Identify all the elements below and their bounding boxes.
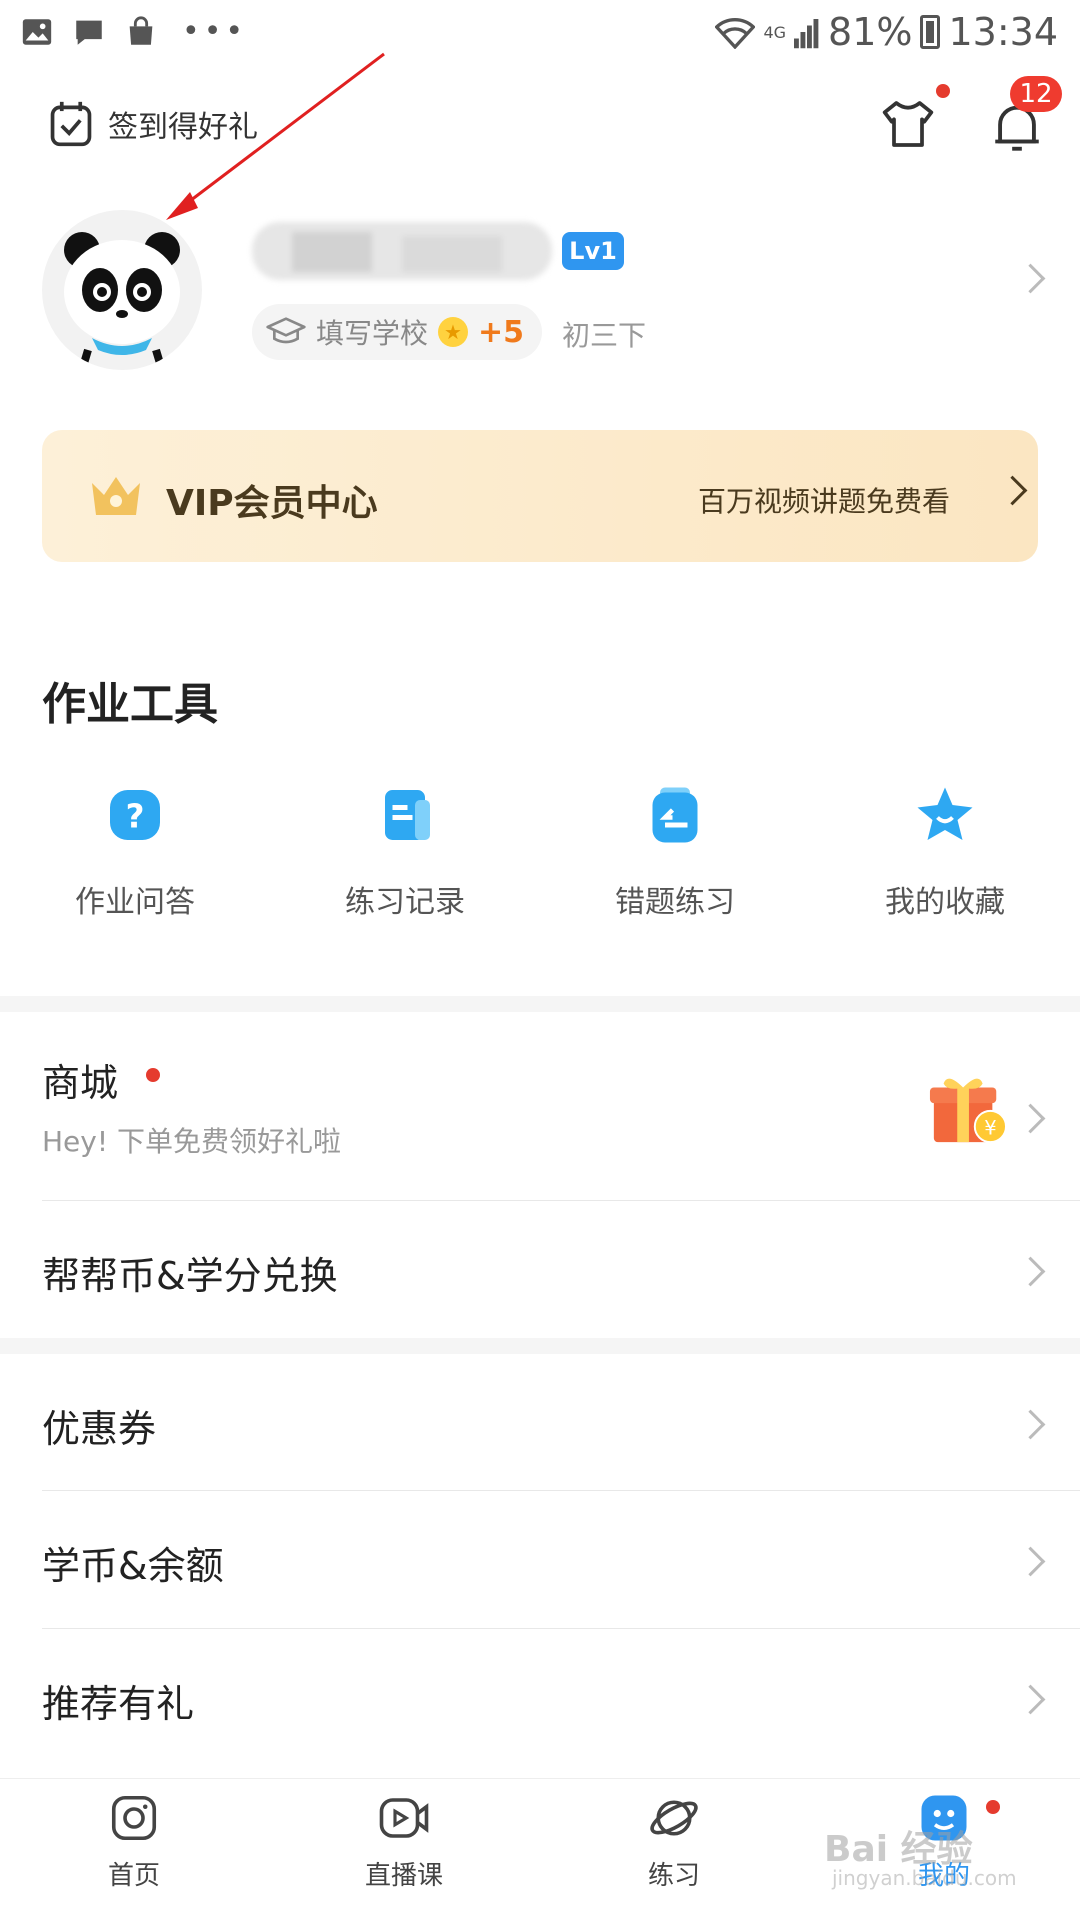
mall-subtitle: Hey! 下单免费领好礼啦 — [42, 1125, 341, 1158]
wrong-answer-icon — [652, 787, 698, 843]
svg-text:¥: ¥ — [984, 1116, 996, 1139]
tshirt-red-dot — [936, 84, 950, 98]
tool-label: 我的收藏 — [885, 885, 1005, 920]
level-badge: Lv1 — [562, 232, 624, 270]
tool-wrong-practice[interactable]: 错题练习 — [540, 785, 810, 921]
school-label: 填写学校 — [316, 317, 429, 350]
mall-row[interactable]: 商城 Hey! 下单免费领好礼啦 ¥ — [0, 1012, 1080, 1198]
watermark: Bai 经验 — [824, 1829, 973, 1870]
profile-chevron-icon[interactable] — [1015, 263, 1046, 294]
planet-icon — [650, 1800, 698, 1836]
vip-title: VIP会员中心 — [166, 483, 378, 524]
tools-section-title: 作业工具 — [42, 679, 218, 730]
exchange-row[interactable]: 帮帮币&学分兑换 — [0, 1201, 1080, 1337]
balance-chevron-icon — [1015, 1546, 1046, 1577]
gallery-icon — [22, 18, 52, 45]
signal-icon — [794, 19, 819, 49]
battery-percent: 81% — [828, 10, 913, 54]
mall-red-dot — [146, 1068, 160, 1082]
tool-my-favorites[interactable]: 我的收藏 — [810, 785, 1080, 921]
status-right: 4G 81% 13:34 — [715, 10, 1058, 54]
coupons-chevron-icon — [1015, 1409, 1046, 1440]
clock: 13:34 — [948, 10, 1058, 54]
camera-icon — [111, 1795, 157, 1841]
bag-icon — [129, 16, 153, 45]
panda-avatar-icon — [64, 232, 180, 370]
username-blurred — [252, 222, 552, 280]
nav-practice[interactable]: 练习 — [574, 1791, 774, 1892]
school-bonus: +5 — [478, 314, 525, 350]
calendar-check-icon — [50, 101, 92, 147]
balance-row[interactable]: 学币&余额 — [0, 1491, 1080, 1627]
vip-banner[interactable]: VIP会员中心 百万视频讲题免费看 — [42, 430, 1038, 562]
balance-title: 学币&余额 — [42, 1544, 224, 1588]
watermark-sub: jingyan.baidu.com — [832, 1866, 1017, 1890]
tool-practice-record[interactable]: 练习记录 — [270, 785, 540, 921]
tshirt-icon[interactable] — [880, 96, 936, 152]
gift-icon: ¥ — [929, 1078, 1006, 1144]
more-dots-icon: ••• — [182, 14, 248, 49]
question-icon: ? — [110, 790, 160, 840]
star-coin-icon: ★ — [438, 317, 469, 347]
coupons-row[interactable]: 优惠券 — [0, 1354, 1080, 1490]
vip-chevron-icon — [997, 475, 1028, 506]
avatar[interactable] — [42, 210, 202, 370]
nav-label: 首页 — [107, 1861, 160, 1891]
message-icon — [76, 20, 102, 45]
tool-label: 作业问答 — [75, 885, 195, 920]
network-type: 4G — [763, 22, 787, 42]
checkin-label: 签到得好礼 — [108, 110, 258, 145]
tool-homework-qa[interactable]: ? 作业问答 — [0, 785, 270, 921]
status-left-icons: ••• — [20, 14, 247, 49]
referral-chevron-icon — [1015, 1684, 1046, 1715]
exchange-title: 帮帮币&学分兑换 — [42, 1254, 338, 1298]
tool-label: 练习记录 — [345, 885, 465, 920]
battery-icon — [920, 15, 941, 49]
grade-label: 初三下 — [562, 319, 647, 352]
graduation-cap-icon — [266, 317, 306, 344]
nav-live-class[interactable]: 直播课 — [304, 1791, 504, 1892]
nav-label: 练习 — [647, 1861, 700, 1891]
section-divider — [0, 996, 1080, 1012]
document-icon — [385, 790, 430, 840]
checkin-button[interactable]: 签到得好礼 — [48, 100, 258, 148]
referral-title: 推荐有礼 — [42, 1682, 195, 1726]
vip-description: 百万视频讲题免费看 — [698, 485, 951, 518]
exchange-chevron-icon — [1015, 1256, 1046, 1287]
wifi-icon — [715, 18, 756, 49]
svg-text:?: ? — [126, 798, 145, 836]
star-icon — [917, 787, 973, 840]
coupons-title: 优惠券 — [42, 1407, 157, 1451]
nav-mine-red-dot — [986, 1800, 1000, 1814]
mall-title: 商城 — [42, 1061, 119, 1105]
notification-badge: 12 — [1010, 76, 1062, 112]
nav-label: 直播课 — [364, 1861, 443, 1891]
nav-home[interactable]: 首页 — [34, 1791, 234, 1892]
referral-row[interactable]: 推荐有礼 — [0, 1629, 1080, 1765]
tool-label: 错题练习 — [615, 885, 735, 920]
mall-chevron-icon — [1015, 1103, 1046, 1134]
fill-school-button[interactable]: 填写学校 ★ +5 — [252, 304, 543, 360]
video-icon — [379, 1798, 429, 1838]
section-divider — [0, 1338, 1080, 1354]
crown-icon — [92, 477, 140, 515]
